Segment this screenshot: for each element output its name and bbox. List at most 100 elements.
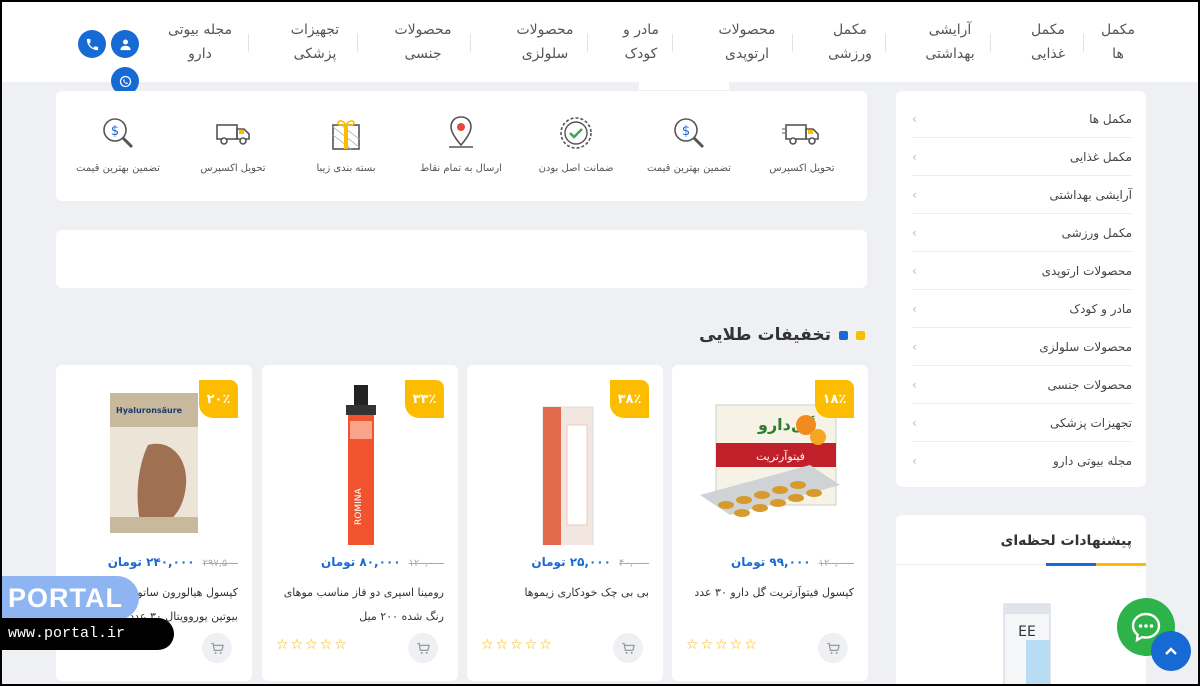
chevron-left-icon: ‹: [912, 301, 917, 316]
old-price: ۱۲۰,۰۰۰: [818, 558, 854, 569]
chevron-left-icon: ‹: [912, 339, 917, 354]
section-title: تخفیفات طلایی: [699, 325, 865, 345]
price-row: ۱۲۰,۰۰۰ ۸۰,۰۰۰ تومان: [321, 555, 444, 569]
sidebar-item-label: محصولات ارتوپدی: [1041, 263, 1132, 278]
title-underline-yellow: [1096, 563, 1146, 566]
nav-item-medical-equipment[interactable]: تجهیزات پزشکی: [285, 18, 345, 66]
product-name[interactable]: بی بی چک خودکاری زیموها: [479, 581, 649, 631]
svg-text:Hyaluronsäure: Hyaluronsäure: [116, 406, 183, 415]
section-title-text: تخفیفات طلایی: [699, 325, 831, 345]
sidebar-item-label: محصولات سلولزی: [1039, 339, 1132, 354]
nav-divider: [885, 34, 886, 52]
location-icon: [449, 116, 473, 148]
nav-item-magazine[interactable]: مجله بیوتی دارو: [162, 18, 238, 66]
gift-icon: [332, 120, 360, 150]
add-to-cart-button[interactable]: [202, 633, 232, 663]
svg-text:فیتوآرتریت: فیتوآرتریت: [756, 449, 805, 463]
features-box: تحویل اکسپرس $ تضمین بهترین قیمت ضمانت ا…: [56, 91, 867, 201]
sidebar-item-label: مکمل ورزشی: [1061, 225, 1132, 240]
phone-button[interactable]: [78, 30, 106, 58]
feature-item: تحویل اکسپرس: [168, 113, 298, 174]
scroll-top-button[interactable]: [1151, 631, 1191, 671]
nav-item-mother-child[interactable]: مادر و کودک: [617, 18, 665, 66]
feature-label: بسته بندی زیبا: [316, 163, 376, 174]
sidebar-item-sexual[interactable]: ‹ محصولات جنسی: [912, 366, 1132, 404]
title-underline-blue: [1046, 563, 1096, 566]
product-name[interactable]: رومینا اسپری دو فاز مناسب موهای رنگ شده …: [274, 581, 444, 631]
discount-badge: ۲۰٪: [199, 380, 238, 418]
nav-item-orthopedic[interactable]: محصولات ارتوپدی: [714, 18, 780, 66]
old-price: ۴۰,۰۰۰: [618, 558, 649, 569]
price-row: ۲۹۷,۵۰۰ ۲۴۰,۰۰۰ تومان: [108, 555, 238, 569]
nav-item-sports[interactable]: مکمل ورزشی: [824, 18, 876, 66]
sidebar-item-cellulose[interactable]: ‹ محصولات سلولزی: [912, 328, 1132, 366]
feature-label: تضمین بهترین قیمت: [647, 163, 731, 174]
sidebar-item-supplements[interactable]: ‹ مکمل ها: [912, 100, 1132, 138]
nav-item-food-supplements[interactable]: مکمل غذایی: [1024, 18, 1072, 66]
nav-item-cosmetics[interactable]: آرایشی بهداشتی: [920, 18, 980, 66]
offer-product-image[interactable]: EE: [996, 600, 1056, 684]
whatsapp-icon: [119, 75, 131, 87]
nav-item-supplements[interactable]: مکمل ها: [1098, 18, 1138, 66]
product-name[interactable]: کپسول فیتوآرتریت گل دارو ۳۰ عدد: [684, 581, 854, 631]
sidebar-item-mother-child[interactable]: ‹ مادر و کودک: [912, 290, 1132, 328]
truck-icon: [782, 124, 819, 145]
price-row: ۱۲۰,۰۰۰ ۹۹,۰۰۰ تومان: [731, 555, 854, 569]
discount-badge: ۳۳٪: [405, 380, 444, 418]
nav-item-sexual[interactable]: محصولات جنسی: [390, 18, 456, 66]
cart-icon: [826, 642, 840, 654]
chevron-up-icon: [1165, 647, 1177, 655]
title-square-yellow: [856, 330, 865, 340]
instant-offers-title: پیشنهادات لحظه‌ای: [1000, 533, 1132, 549]
feature-label: تضمین بهترین قیمت: [76, 163, 160, 174]
nav-divider: [792, 34, 793, 52]
chevron-left-icon: ‹: [912, 225, 917, 240]
page: مکمل ها مکمل غذایی آرایشی بهداشتی مکمل و…: [2, 2, 1198, 684]
add-to-cart-button[interactable]: [818, 633, 848, 663]
nav-divider: [672, 34, 673, 52]
sidebar-item-medical-equipment[interactable]: ‹ تجهیزات پزشکی: [912, 404, 1132, 442]
chevron-left-icon: ‹: [912, 415, 917, 430]
sidebar-item-label: مکمل غذایی: [1069, 149, 1132, 164]
new-price: ۹۹,۰۰۰ تومان: [731, 555, 811, 569]
chevron-left-icon: ‹: [912, 187, 917, 202]
phone-icon: [86, 38, 98, 50]
nav-divider: [470, 34, 471, 52]
user-button[interactable]: [111, 30, 139, 58]
sidebar-item-orthopedic[interactable]: ‹ محصولات ارتوپدی: [912, 252, 1132, 290]
discount-badge: ۱۸٪: [815, 380, 854, 418]
sidebar-item-sports[interactable]: ‹ مکمل ورزشی: [912, 214, 1132, 252]
product-card[interactable]: ۳۸٪ ۴۰,۰۰۰ ۲۵,۰۰۰ تومان بی بی چک خودکاری…: [467, 365, 663, 681]
new-price: ۲۴۰,۰۰۰ تومان: [107, 555, 195, 569]
sidebar-item-label: مادر و کودک: [1069, 301, 1132, 316]
cart-icon: [416, 642, 430, 654]
product-card[interactable]: ROMINA ۳۳٪ ۱۲۰,۰۰۰ ۸۰,۰۰۰ تومان رومینا ا…: [262, 365, 458, 681]
nav-divider: [990, 34, 991, 52]
price-row: ۴۰,۰۰۰ ۲۵,۰۰۰ تومان: [531, 555, 649, 569]
top-nav: مکمل ها مکمل غذایی آرایشی بهداشتی مکمل و…: [2, 2, 1198, 95]
sidebar-item-magazine[interactable]: ‹ مجله بیوتی دارو: [912, 442, 1132, 480]
add-to-cart-button[interactable]: [408, 633, 438, 663]
sidebar-item-food-supplements[interactable]: ‹ مکمل غذایی: [912, 138, 1132, 176]
price-search-icon: $: [103, 118, 134, 149]
watermark-url: www.portal.ir: [2, 618, 174, 650]
chevron-left-icon: ‹: [912, 377, 917, 392]
svg-text:EE: EE: [1018, 624, 1036, 640]
product-card[interactable]: گل‌دارو فیتوآرتریت ۱۸٪ ۱۲۰,۰۰۰ ۹۹,۰۰۰ تو…: [672, 365, 868, 681]
add-to-cart-button[interactable]: [613, 633, 643, 663]
nav-item-cellulose[interactable]: محصولات سلولزی: [512, 18, 578, 66]
chevron-left-icon: ‹: [912, 149, 917, 164]
svg-text:$: $: [111, 124, 119, 139]
nav-divider: [587, 34, 588, 52]
discount-badge: ۳۸٪: [610, 380, 649, 418]
nav-divider: [1083, 34, 1084, 52]
sidebar-item-cosmetics[interactable]: ‹ آرایشی بهداشتی: [912, 176, 1132, 214]
sidebar-item-label: مکمل ها: [1089, 111, 1132, 126]
feature-item: ضمانت اصل بودن: [511, 113, 641, 174]
feature-item: تحویل اکسپرس: [737, 113, 867, 174]
feature-label: ارسال به تمام نقاط: [420, 163, 502, 174]
category-sidebar: ‹ مکمل ها ‹ مکمل غذایی ‹ آرایشی بهداشتی ‹ مک…: [896, 91, 1146, 487]
sidebar-item-label: مجله بیوتی دارو: [1053, 454, 1132, 468]
feature-label: تحویل اکسپرس: [769, 163, 835, 174]
old-price: ۱۲۰,۰۰۰: [408, 558, 444, 569]
